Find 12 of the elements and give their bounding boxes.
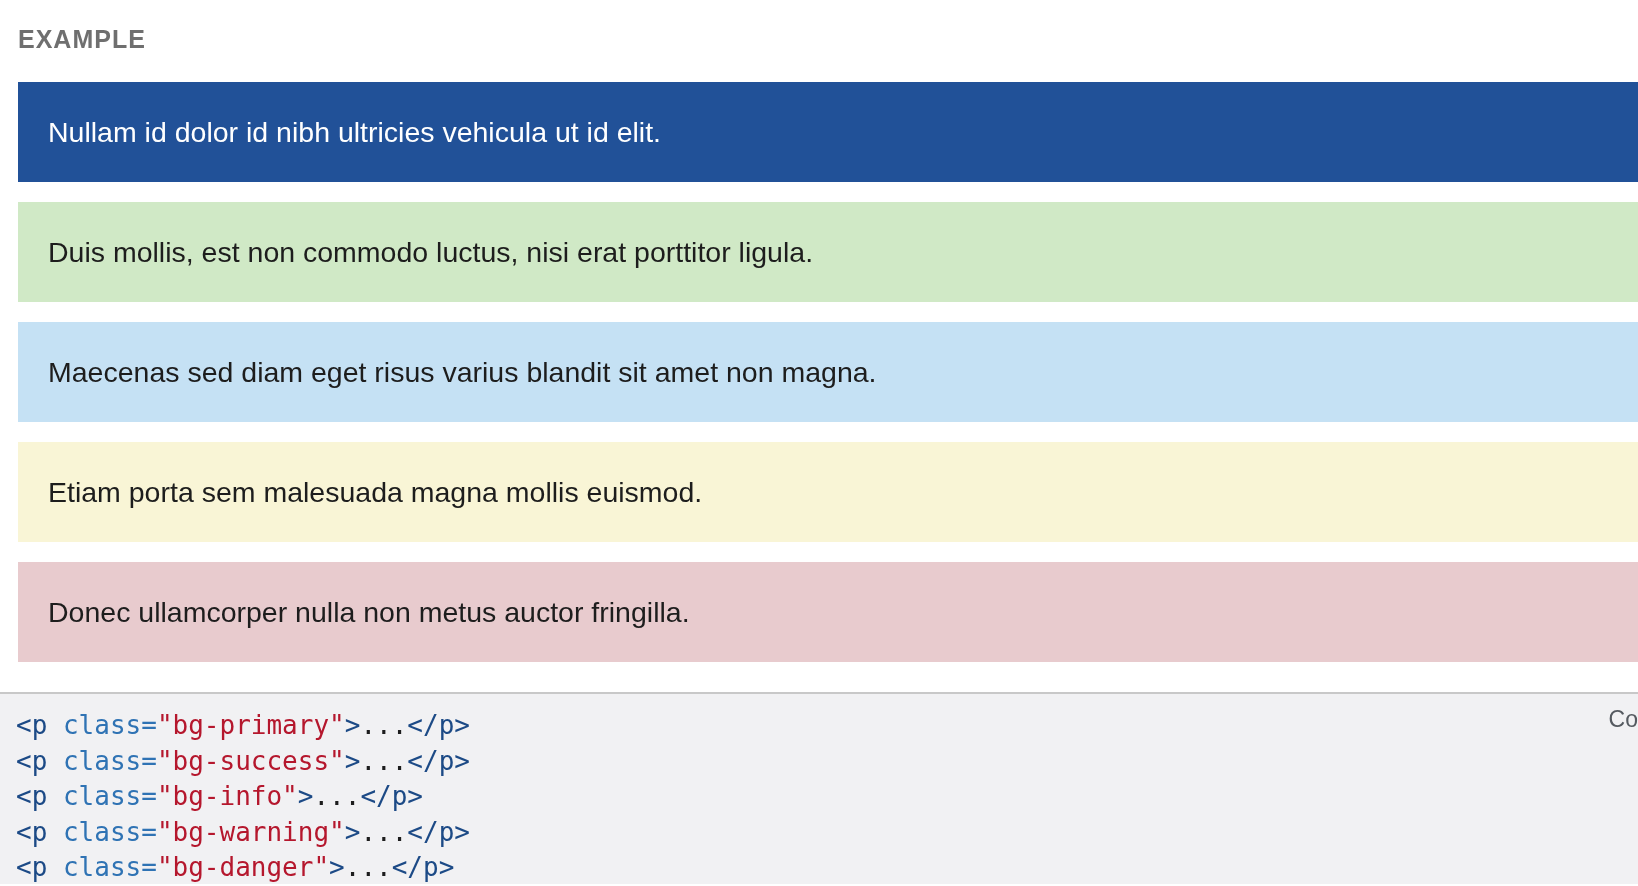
panel-text: Donec ullamcorper nulla non metus auctor fringilla. — [48, 595, 690, 630]
code-line: <p class="bg-success">...</p> — [16, 744, 470, 778]
panel-text: Etiam porta sem malesuada magna mollis euismod. — [48, 475, 703, 510]
code-line: <p class="bg-danger">...</p> — [16, 851, 455, 884]
code-line: <p class="bg-primary">...</p> — [16, 709, 470, 742]
panel-text: Nullam id dolor id nibh ultricies vehicula ut id elit. — [48, 115, 662, 150]
code-line: <p class="bg-warning">...</p> — [16, 815, 470, 849]
copy-button[interactable]: Co — [1608, 704, 1638, 734]
code-line: <p class="bg-info">...</p> — [16, 780, 424, 813]
panel-text: Duis mollis, est non commodo luctus, nisi erat porttitor ligula. — [48, 235, 814, 270]
section-label: EXAMPLE — [18, 24, 146, 54]
panel-text: Maecenas sed diam eget risus varius blandit sit amet non magna. — [48, 355, 877, 390]
